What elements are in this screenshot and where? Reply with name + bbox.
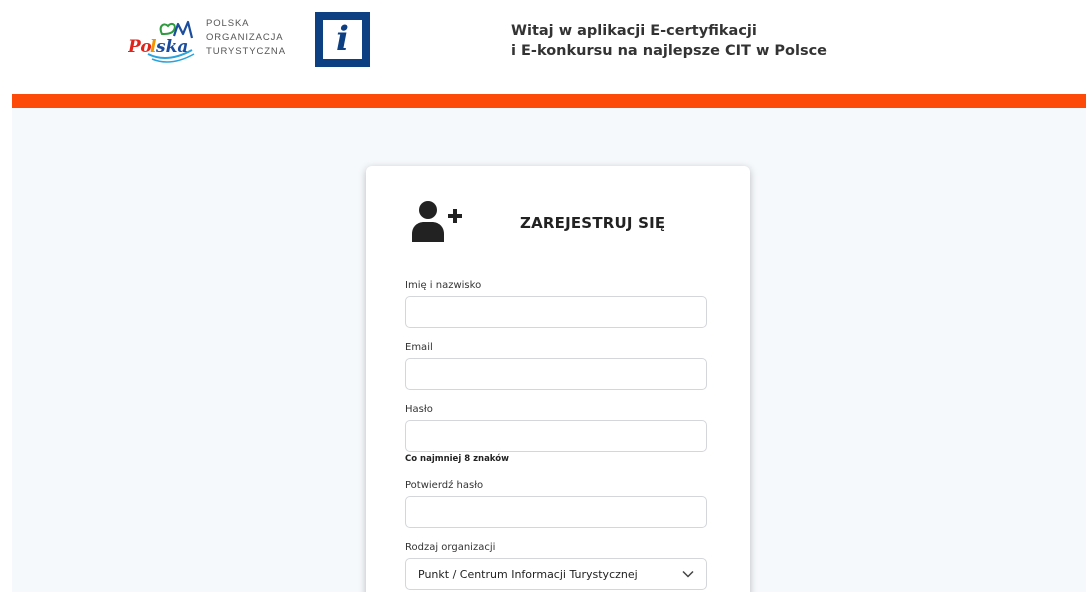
- register-title: ZAREJESTRUJ SIĘ: [520, 214, 666, 232]
- full-name-input[interactable]: [405, 296, 707, 328]
- confirm-password-label: Potwierdź hasło: [405, 480, 484, 491]
- accent-bar: [12, 94, 1086, 108]
- organization-type-select[interactable]: Punkt / Centrum Informacji Turystycznej: [405, 558, 707, 590]
- organization-type-value: Punkt / Centrum Informacji Turystycznej: [418, 568, 638, 581]
- welcome-line-1: Witaj w aplikacji E-certyfikacji: [511, 23, 757, 39]
- confirm-password-input[interactable]: [405, 496, 707, 528]
- register-card: ZAREJESTRUJ SIĘ Imię i nazwisko Email Ha…: [366, 166, 750, 592]
- user-plus-icon: [412, 201, 462, 242]
- password-label: Hasło: [405, 404, 433, 415]
- org-name-line: POLSKA: [206, 18, 250, 29]
- chevron-down-icon: [682, 570, 694, 578]
- password-hint: Co najmniej 8 znaków: [405, 454, 509, 464]
- email-input[interactable]: [405, 358, 707, 390]
- organization-type-label: Rodzaj organizacji: [405, 542, 496, 553]
- polska-logo: Po l ska: [128, 20, 195, 63]
- email-label: Email: [405, 342, 433, 353]
- full-name-label: Imię i nazwisko: [405, 280, 482, 291]
- password-input[interactable]: [405, 420, 707, 452]
- info-i-icon: i: [315, 12, 370, 67]
- organization-name: POLSKA ORGANIZACJA TURYSTYCZNA: [206, 17, 286, 59]
- org-name-line: TURYSTYCZNA: [206, 46, 286, 57]
- welcome-heading: Witaj w aplikacji E-certyfikacji i E-kon…: [511, 21, 827, 61]
- app-header: Po l ska POLSKA ORGANIZACJA TURYSTYCZNA …: [0, 0, 1086, 94]
- org-name-line: ORGANIZACJA: [206, 32, 284, 43]
- welcome-line-2: i E-konkursu na najlepsze CIT w Polsce: [511, 43, 828, 59]
